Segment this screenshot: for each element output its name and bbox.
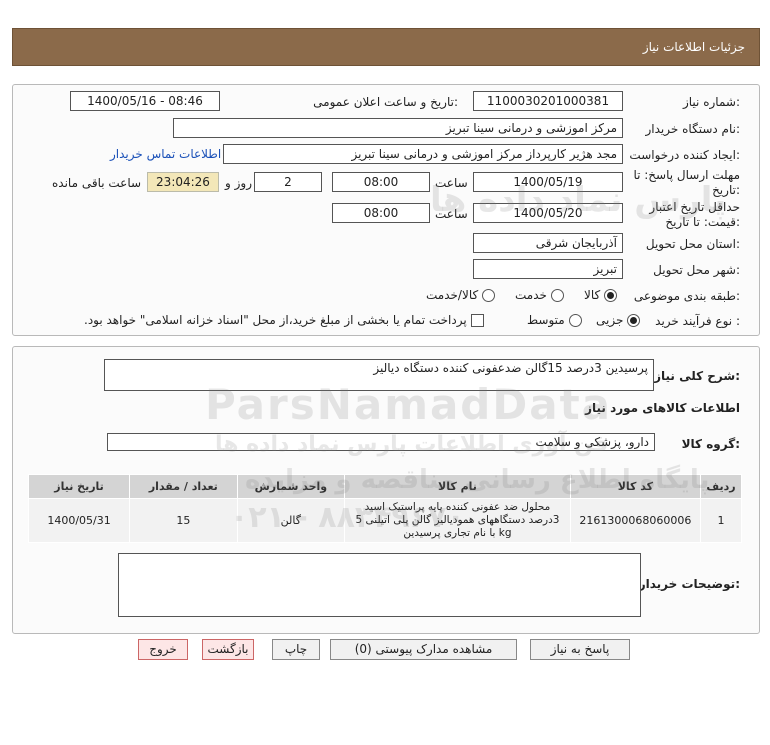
items-table: ردیف کد کالا نام کالا واحد شمارش تعداد /… bbox=[27, 474, 743, 543]
province-label: استان محل تحویل: bbox=[645, 237, 740, 251]
province-field: آذربایجان شرقی bbox=[473, 233, 623, 253]
radio-medium[interactable] bbox=[568, 313, 582, 327]
buyer-notes-field bbox=[118, 553, 641, 617]
creator-field: مجد هژیر کارپرداز مرکز اموزشی و درمانی س… bbox=[223, 144, 623, 164]
summary-field: پرسیدین 3درصد 15گالن ضدعفونی کننده دستگا… bbox=[104, 359, 654, 391]
cell-code: 2161300068060006 bbox=[569, 498, 701, 543]
back-button[interactable]: بازگشت bbox=[202, 639, 254, 660]
deadline-label: مهلت ارسال پاسخ: تا تاریخ: bbox=[633, 168, 740, 197]
process-label: نوع فرآیند خرید : bbox=[655, 314, 740, 328]
exit-button[interactable]: خروج bbox=[138, 639, 188, 660]
goods-info-title: اطلاعات کالاهای مورد نیاز bbox=[585, 401, 740, 415]
need-number-label: شماره نیاز: bbox=[682, 95, 740, 109]
deadline-time-label: ساعت bbox=[435, 176, 468, 190]
category-option-both[interactable]: کالا/خدمت bbox=[426, 288, 496, 302]
print-button[interactable]: چاپ bbox=[272, 639, 320, 660]
reply-button[interactable]: پاسخ به نیاز bbox=[530, 639, 630, 660]
goods-group-label: گروه کالا: bbox=[681, 437, 740, 451]
days-label: روز و bbox=[225, 176, 252, 190]
validity-date-field: 1400/05/20 bbox=[473, 203, 623, 223]
radio-service[interactable] bbox=[550, 288, 564, 302]
col-date: تاریخ نیاز bbox=[27, 474, 131, 499]
category-option-goods[interactable]: کالا bbox=[584, 288, 618, 302]
cell-qty: 15 bbox=[129, 498, 238, 543]
city-field: تبریز bbox=[473, 259, 623, 279]
radio-minor[interactable] bbox=[627, 313, 641, 327]
col-unit: واحد شمارش bbox=[236, 474, 346, 499]
buyer-org-label: نام دستگاه خریدار: bbox=[645, 122, 741, 136]
cell-row: 1 bbox=[699, 498, 743, 543]
treasury-payment-option[interactable]: پرداخت تمام یا بخشی از مبلغ خرید،از محل … bbox=[84, 313, 484, 327]
radio-goods-service[interactable] bbox=[482, 288, 496, 302]
buyer-org-field: مرکز اموزشی و درمانی سینا تبریز bbox=[173, 118, 623, 138]
table-row[interactable]: 1 2161300068060006 محلول ضد عفونی کننده … bbox=[27, 498, 743, 543]
process-option-medium[interactable]: متوسط bbox=[527, 313, 582, 327]
goods-group-field: دارو، پزشکی و سلامت bbox=[107, 433, 655, 451]
announce-datetime-label: تاریخ و ساعت اعلان عمومی: bbox=[313, 95, 458, 109]
radio-goods[interactable] bbox=[604, 288, 618, 302]
deadline-time-field: 08:00 bbox=[332, 172, 430, 192]
announce-datetime-field: 1400/05/16 - 08:46 bbox=[70, 91, 220, 111]
validity-time-field: 08:00 bbox=[332, 203, 430, 223]
cell-unit: گالن bbox=[236, 498, 346, 543]
col-code: کد کالا bbox=[569, 474, 701, 499]
table-header-row: ردیف کد کالا نام کالا واحد شمارش تعداد /… bbox=[27, 474, 743, 499]
cell-date: 1400/05/31 bbox=[27, 498, 131, 543]
page-header: جزئیات اطلاعات نیاز bbox=[12, 28, 760, 66]
creator-label: ایجاد کننده درخواست: bbox=[629, 148, 740, 162]
validity-label: حداقل تاریخ اعتبار قیمت: تا تاریخ: bbox=[649, 200, 740, 229]
deadline-date-field: 1400/05/19 bbox=[473, 172, 623, 192]
validity-time-label: ساعت bbox=[435, 207, 468, 221]
col-row: ردیف bbox=[699, 474, 743, 499]
treasury-checkbox[interactable] bbox=[470, 313, 484, 327]
process-option-minor[interactable]: جزیی bbox=[596, 313, 641, 327]
days-remaining-field: 2 bbox=[254, 172, 322, 192]
category-label: طبقه بندی موضوعی: bbox=[633, 289, 740, 303]
need-number-field: 1100030201000381 bbox=[473, 91, 623, 111]
remaining-time-label: ساعت باقی مانده bbox=[52, 176, 142, 190]
col-name: نام کالا bbox=[344, 474, 571, 499]
page-title: جزئیات اطلاعات نیاز bbox=[642, 40, 745, 54]
buyer-notes-label: توضیحات خریدار: bbox=[638, 577, 740, 591]
cell-name: محلول ضد عفونی کننده پایه پراستیک اسید 3… bbox=[344, 498, 571, 543]
city-label: شهر محل تحویل: bbox=[653, 263, 740, 277]
summary-label: شرح کلی نیاز: bbox=[654, 369, 740, 383]
items-table-wrap: ردیف کد کالا نام کالا واحد شمارش تعداد /… bbox=[27, 474, 743, 543]
remaining-time-field: 23:04:26 bbox=[147, 172, 219, 192]
col-qty: تعداد / مقدار bbox=[129, 474, 238, 499]
view-documents-button[interactable]: مشاهده مدارک پیوستی (0) bbox=[330, 639, 517, 660]
buyer-contact-link[interactable]: اطلاعات تماس خریدار bbox=[110, 147, 221, 161]
category-option-service[interactable]: خدمت bbox=[515, 288, 564, 302]
